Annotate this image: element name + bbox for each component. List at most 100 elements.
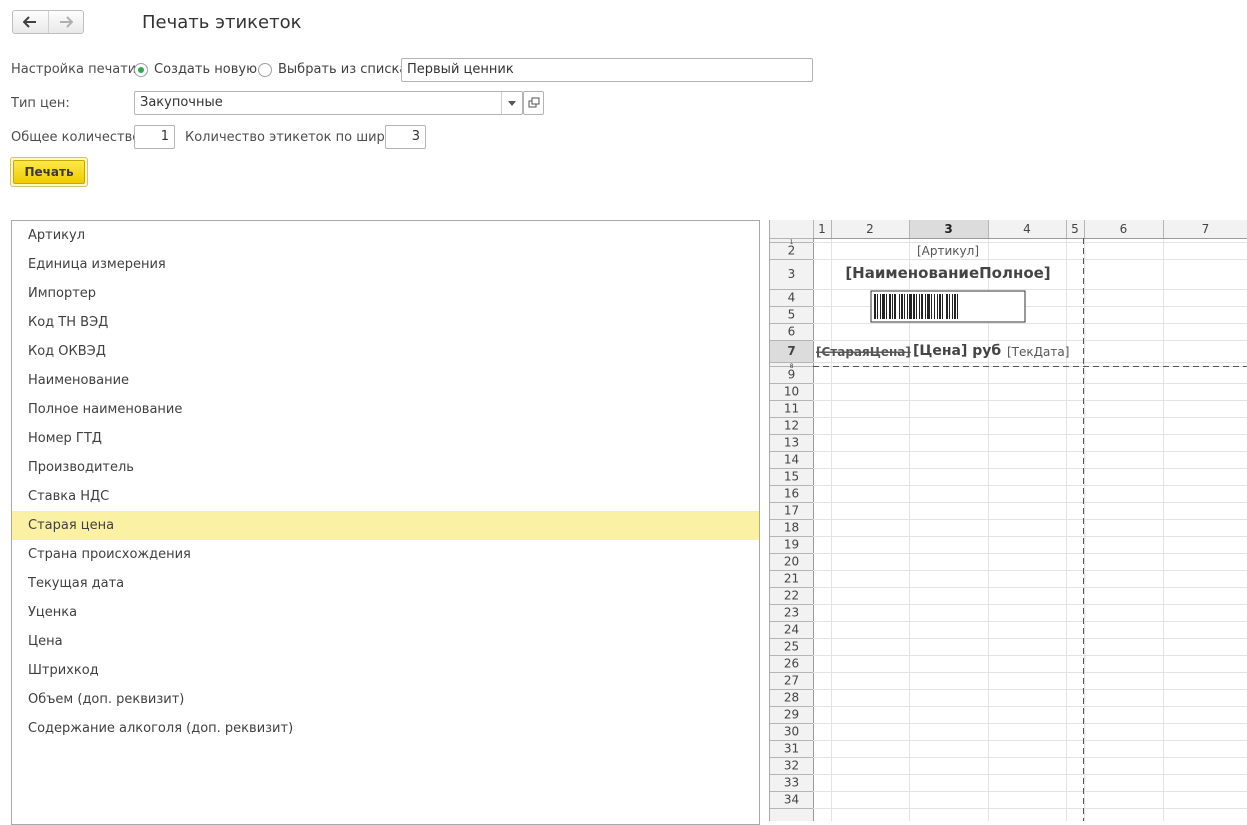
row-header-label[interactable]: 4: [788, 291, 796, 305]
barcode-bar: [909, 294, 912, 319]
row-header-label[interactable]: 26: [784, 657, 799, 671]
row-header-label[interactable]: 19: [784, 538, 799, 552]
barcode-bar: [904, 294, 905, 319]
barcode-bar: [954, 294, 956, 319]
row-header-label[interactable]: 15: [784, 470, 799, 484]
barcode-bar: [957, 294, 958, 319]
row-header-label[interactable]: 18: [784, 521, 799, 535]
field-list-item[interactable]: Текущая дата: [12, 569, 759, 598]
row-header-label[interactable]: 23: [784, 606, 799, 620]
row-header-label[interactable]: 14: [784, 453, 799, 467]
field-list-item[interactable]: Полное наименование: [12, 395, 759, 424]
row-header-label[interactable]: 32: [784, 759, 799, 773]
row-header-label[interactable]: 3: [788, 267, 796, 281]
row-header-label[interactable]: 17: [784, 504, 799, 518]
row-header-label[interactable]: 28: [784, 691, 799, 705]
barcode-bar: [949, 294, 950, 319]
price-type-open-button[interactable]: [523, 91, 544, 115]
column-header-label[interactable]: 3: [944, 222, 952, 236]
column-header-label[interactable]: 7: [1202, 222, 1210, 236]
barcode-bar: [921, 294, 923, 319]
row-header-label[interactable]: 6: [788, 325, 796, 339]
field-list-item[interactable]: Код ТН ВЭД: [12, 308, 759, 337]
column-header-label[interactable]: 4: [1023, 222, 1031, 236]
barcode-bar: [894, 294, 896, 319]
field-list-item[interactable]: Уценка: [12, 598, 759, 627]
cell-full-name[interactable]: [НаименованиеПолное]: [845, 264, 1050, 282]
sheet-grid[interactable]: 1 2 3 4 5 6 7123456789101112131415161718192021…: [770, 220, 1247, 821]
row-header-label[interactable]: 5: [788, 308, 796, 322]
chevron-down-icon: [508, 100, 516, 106]
row-header-label[interactable]: 7: [787, 344, 795, 358]
row-header-label[interactable]: 33: [784, 776, 799, 790]
field-list-item[interactable]: Наименование: [12, 366, 759, 395]
row-header-label[interactable]: 30: [784, 725, 799, 739]
radio-select-from-list-control[interactable]: [258, 62, 272, 77]
radio-create-new-control[interactable]: [134, 62, 148, 77]
radio-select-from-list[interactable]: Выбрать из списка: [258, 62, 407, 77]
column-header-label[interactable]: 2: [866, 222, 874, 236]
field-list-item[interactable]: Код ОКВЭД: [12, 337, 759, 366]
column-header-label[interactable]: 5: [1071, 222, 1079, 236]
barcode-bar: [934, 294, 935, 319]
field-list-item[interactable]: Импортер: [12, 279, 759, 308]
row-header-label[interactable]: 2: [788, 244, 796, 258]
row-header-label[interactable]: 12: [784, 419, 799, 433]
field-list-item[interactable]: Единица измерения: [12, 250, 759, 279]
radio-create-new-label: Создать новую: [154, 62, 258, 77]
field-list-item[interactable]: Штрихкод: [12, 656, 759, 685]
row-header-label[interactable]: 11: [784, 402, 799, 416]
labels-per-width-label: Количество этикеток по ширине:: [185, 130, 415, 145]
radio-select-from-list-label: Выбрать из списка: [278, 62, 408, 77]
field-list-item[interactable]: Цена: [12, 627, 759, 656]
row-header-label[interactable]: 16: [784, 487, 799, 501]
back-button[interactable]: [13, 11, 48, 33]
row-header-label[interactable]: 21: [784, 572, 799, 586]
barcode-bar: [931, 294, 932, 319]
barcode-bar: [880, 294, 881, 319]
barcode-bar: [925, 294, 926, 319]
row-header-label[interactable]: 25: [784, 640, 799, 654]
row-header-label[interactable]: 29: [784, 708, 799, 722]
field-list-item[interactable]: Старая цена: [12, 511, 759, 540]
row-header-label[interactable]: 20: [784, 555, 799, 569]
barcode-bar: [927, 294, 930, 319]
field-list-item[interactable]: Номер ГТД: [12, 424, 759, 453]
price-type-dropdown-button[interactable]: [501, 92, 522, 114]
print-button[interactable]: Печать: [13, 160, 85, 184]
barcode-bar: [937, 294, 938, 319]
field-list-item[interactable]: Артикул: [12, 221, 759, 250]
row-header-label[interactable]: 9: [788, 368, 796, 382]
column-header-label[interactable]: 1: [818, 222, 826, 236]
barcode-bar: [877, 294, 878, 319]
field-list-item[interactable]: Производитель: [12, 453, 759, 482]
price-type-select[interactable]: Закупочные: [134, 91, 523, 115]
print-button-frame[interactable]: Печать: [10, 157, 88, 187]
open-form-icon: [528, 97, 540, 108]
cell-price[interactable]: [Цена] руб: [913, 343, 1001, 359]
field-list-item[interactable]: Страна происхождения: [12, 540, 759, 569]
cell-article[interactable]: [Артикул]: [917, 244, 979, 258]
row-header-label[interactable]: 24: [784, 623, 799, 637]
label-template-sheet[interactable]: 1 2 3 4 5 6 7 1 2 3 4 5 6 7 8 9 10 11 12 13 14 15 16 17 18 19 20 21…: [769, 220, 1247, 821]
barcode-bar: [907, 294, 908, 319]
field-list-item[interactable]: Объем (доп. реквизит): [12, 685, 759, 714]
row-header-label[interactable]: 34: [784, 793, 799, 807]
fields-list[interactable]: Артикул Единица измерения Импортер Код ТН В…: [11, 220, 760, 825]
row-header-label[interactable]: 31: [784, 742, 799, 756]
field-list-item[interactable]: Ставка НДС: [12, 482, 759, 511]
template-name-input[interactable]: Первый ценник: [401, 58, 813, 82]
forward-button[interactable]: [47, 11, 84, 33]
price-type-label: Тип цен:: [11, 96, 70, 111]
column-header-label[interactable]: 6: [1120, 222, 1128, 236]
row-header-label[interactable]: 10: [784, 385, 799, 399]
row-header-label[interactable]: 27: [784, 674, 799, 688]
cell-current-date[interactable]: [ТекДата]: [1007, 345, 1069, 359]
row-header-label[interactable]: 22: [784, 589, 799, 603]
barcode-bar: [892, 294, 893, 319]
radio-create-new[interactable]: Создать новую: [134, 62, 257, 77]
total-quantity-input[interactable]: 1: [134, 125, 175, 149]
row-header-label[interactable]: 13: [784, 436, 799, 450]
labels-per-width-input[interactable]: 3: [385, 125, 426, 149]
field-list-item[interactable]: Содержание алкоголя (доп. реквизит): [12, 714, 759, 743]
